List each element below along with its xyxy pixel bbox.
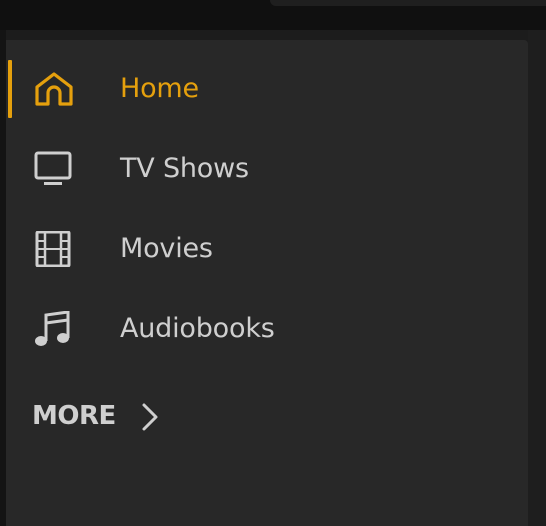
sidebar-item-movies[interactable]: Movies — [6, 214, 528, 284]
sidebar-item-home[interactable]: Home — [6, 54, 528, 124]
home-icon — [32, 71, 76, 107]
sidebar-item-label: Movies — [120, 233, 213, 264]
sidebar: Home TV Shows Movies Audiobooks MORE — [6, 40, 528, 526]
sidebar-item-label: Audiobooks — [120, 313, 275, 344]
active-indicator — [8, 60, 12, 118]
more-label: MORE — [32, 401, 116, 431]
top-bar — [0, 0, 546, 30]
top-bar-tab — [270, 0, 546, 6]
right-gutter — [528, 30, 546, 526]
tv-icon — [32, 151, 76, 187]
sidebar-item-label: TV Shows — [120, 153, 249, 184]
chevron-right-icon — [140, 402, 160, 432]
sidebar-item-tv-shows[interactable]: TV Shows — [6, 134, 528, 204]
sidebar-item-label: Home — [120, 73, 199, 104]
sidebar-item-audiobooks[interactable]: Audiobooks — [6, 294, 528, 364]
film-icon — [32, 230, 76, 268]
music-note-icon — [32, 310, 76, 347]
